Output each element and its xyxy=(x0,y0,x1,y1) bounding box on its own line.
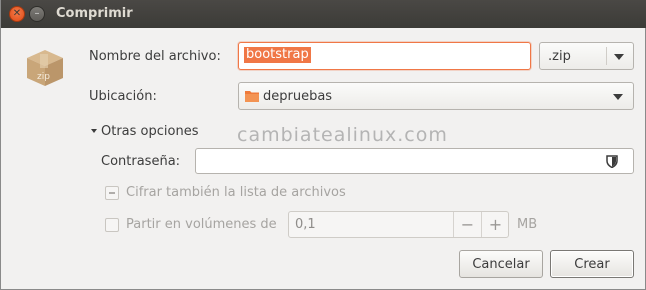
zip-archive-icon: zip xyxy=(27,50,63,86)
filename-label: Nombre del archivo: xyxy=(89,49,221,64)
encrypt-list-checkbox[interactable] xyxy=(105,186,119,200)
minus-icon: − xyxy=(460,215,475,234)
chevron-down-icon xyxy=(613,94,623,100)
close-icon: ✕ xyxy=(12,8,22,19)
chevron-down-icon xyxy=(614,54,624,60)
title-bar: ✕ – Comprimir xyxy=(1,0,646,28)
split-volumes-checkbox[interactable] xyxy=(105,218,119,232)
decrement-button[interactable]: − xyxy=(453,212,481,237)
increment-button[interactable]: + xyxy=(481,212,509,237)
minimize-icon: – xyxy=(34,8,40,19)
watermark: cambiatealinux.com xyxy=(237,124,448,146)
extension-value: .zip xyxy=(548,49,571,64)
location-value: depruebas xyxy=(263,89,333,104)
window-title: Comprimir xyxy=(56,6,133,21)
expander-arrow-icon[interactable] xyxy=(91,129,97,133)
volume-size-stepper[interactable]: 0,1 − + xyxy=(288,211,509,238)
password-input[interactable] xyxy=(195,148,634,174)
cancel-button[interactable]: Cancelar xyxy=(459,250,543,278)
extension-divider xyxy=(606,47,607,65)
zip-icon-label: zip xyxy=(37,72,50,82)
volume-size-unit: MB xyxy=(517,217,538,232)
filename-value: bootstrap xyxy=(244,47,311,63)
minimize-button[interactable]: – xyxy=(29,6,45,22)
volume-size-value: 0,1 xyxy=(295,217,316,232)
password-label: Contraseña: xyxy=(101,154,181,169)
location-select[interactable]: depruebas xyxy=(238,82,634,110)
compress-dialog: ✕ – Comprimir zip Nombre del archivo: bo… xyxy=(0,0,646,290)
location-label: Ubicación: xyxy=(89,89,157,104)
indeterminate-icon xyxy=(109,192,115,194)
encrypt-list-label: Cifrar también la lista de archivos xyxy=(126,185,346,200)
folder-icon xyxy=(245,91,259,102)
shield-icon xyxy=(606,155,618,168)
split-volumes-label: Partir en volúmenes de xyxy=(126,217,277,232)
plus-icon: + xyxy=(488,215,503,234)
extension-select[interactable]: .zip xyxy=(539,42,634,70)
other-options-expander[interactable]: Otras opciones xyxy=(101,124,198,139)
close-button[interactable]: ✕ xyxy=(9,6,25,22)
filename-input[interactable]: bootstrap xyxy=(238,42,531,70)
create-button[interactable]: Crear xyxy=(550,250,634,278)
